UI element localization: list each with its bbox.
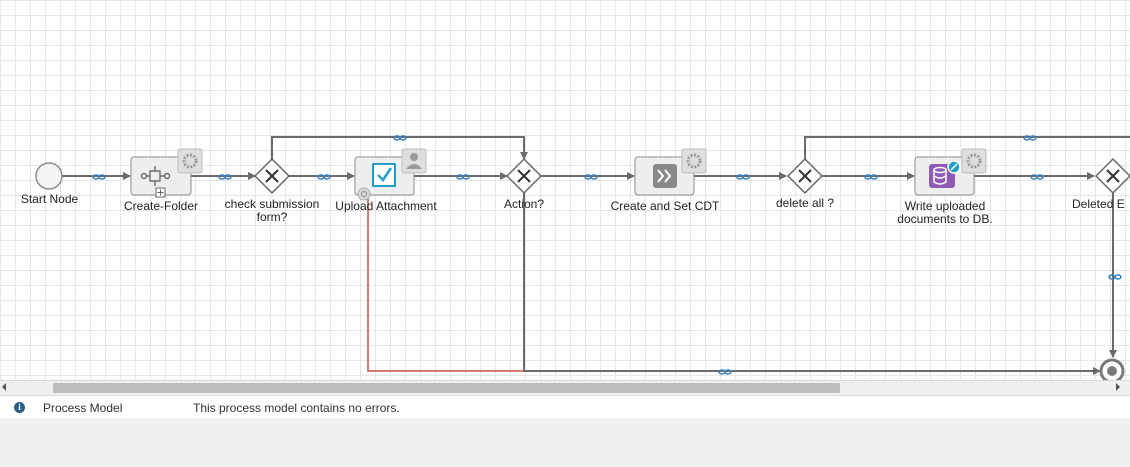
write-uploaded-label-line2[interactable]: documents to DB. [880, 213, 1010, 226]
action-gateway [505, 157, 543, 195]
info-icon: i [14, 402, 25, 413]
bottom-pane [0, 418, 1130, 467]
delete-all-label[interactable]: delete all ? [760, 197, 850, 210]
check-submission-gateway [253, 157, 291, 195]
horizontal-scrollbar[interactable] [0, 380, 1130, 395]
scroll-left-icon[interactable] [2, 383, 6, 391]
delete-all-gateway [786, 157, 824, 195]
scroll-right-icon[interactable] [1116, 383, 1120, 391]
status-source: Process Model [43, 401, 123, 415]
process-canvas[interactable]: Start Node Create-Folder check submissio… [0, 0, 1130, 380]
deleted-gateway [1094, 157, 1130, 195]
action-label[interactable]: Action? [484, 198, 564, 211]
end-node [1099, 358, 1125, 380]
create-folder-node [130, 148, 203, 198]
deleted-label[interactable]: Deleted E [1072, 198, 1125, 211]
create-set-cdt-node [634, 148, 707, 196]
rejection-connector [367, 196, 524, 372]
check-submission-label-line2[interactable]: form? [212, 211, 332, 224]
write-documents-node [914, 148, 987, 196]
scrollbar-thumb[interactable] [53, 383, 840, 393]
create-set-cdt-label[interactable]: Create and Set CDT [595, 200, 735, 213]
validation-status-bar: i Process Model This process model conta… [0, 395, 1130, 418]
upload-attachment-label[interactable]: Upload Attachment [326, 200, 446, 213]
start-node-shape [35, 162, 63, 190]
status-message: This process model contains no errors. [193, 401, 400, 415]
upload-attachment-node [354, 148, 427, 201]
create-folder-label[interactable]: Create-Folder [111, 200, 211, 213]
start-node-label[interactable]: Start Node [12, 193, 87, 206]
process-diagram [35, 135, 1130, 380]
